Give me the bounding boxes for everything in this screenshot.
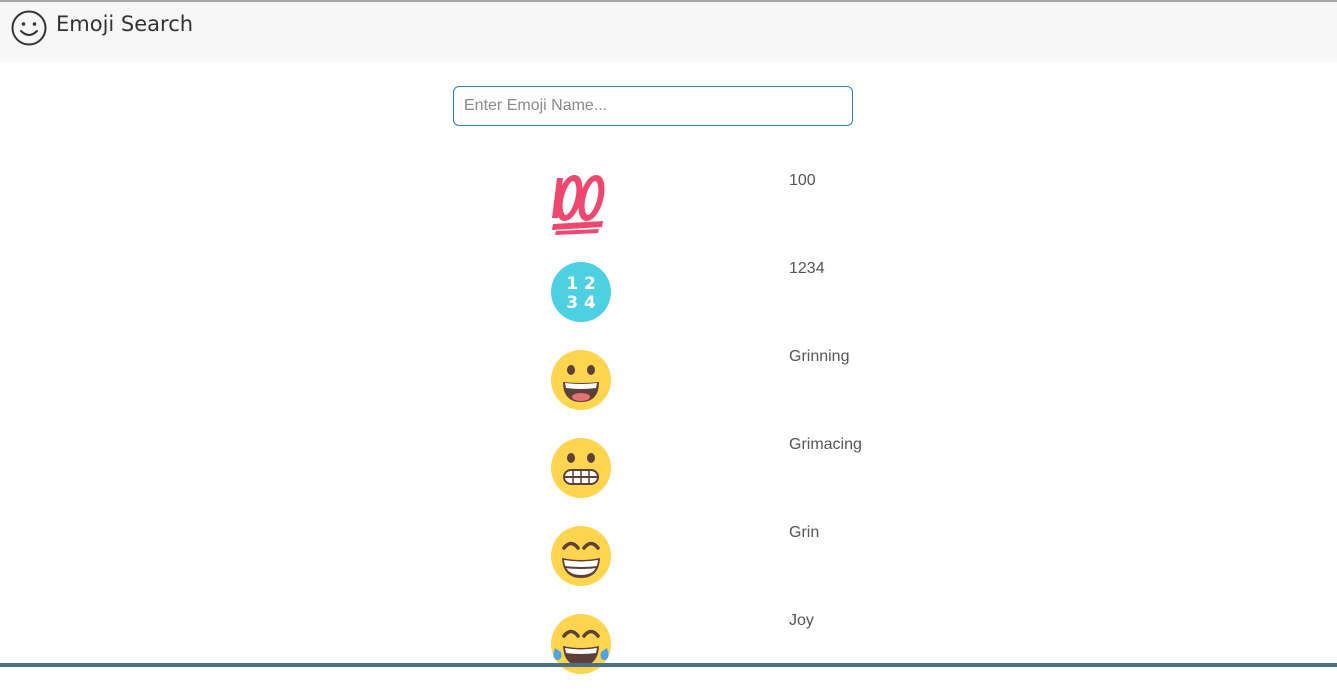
app-title: Emoji Search [56,12,194,36]
emoji-label: 1234 [789,260,825,277]
grimacing-face-icon [551,438,611,498]
emoji-search-input[interactable] [453,86,853,126]
emoji-label: Grinning [789,348,850,365]
emoji-label: Joy [789,612,814,629]
emoji-label: 100 [789,172,816,189]
hundred-points-icon [552,175,605,235]
input-numbers-icon: 1 2 3 4 [551,262,611,322]
grin-face-icon [551,526,611,586]
emoji-label: Grin [789,524,820,541]
emoji-row-grin[interactable]: Grin [453,522,933,610]
smiley-outline-icon [11,10,47,46]
emoji-row-grimacing[interactable]: Grimacing [453,434,933,522]
grinning-face-icon [551,350,611,410]
emoji-row-grinning[interactable]: Grinning [453,346,933,434]
emoji-row-1234[interactable]: 1 2 3 4 1234 [453,258,933,346]
taskbar-edge [0,663,1337,667]
emoji-label: Grimacing [789,436,862,453]
emoji-row-100[interactable]: 100 [453,170,933,258]
svg-text:1 2: 1 2 [566,274,596,294]
emoji-row-joy[interactable]: Joy [453,610,933,698]
svg-text:3 4: 3 4 [566,293,596,313]
app-header: Emoji Search [0,2,1337,62]
